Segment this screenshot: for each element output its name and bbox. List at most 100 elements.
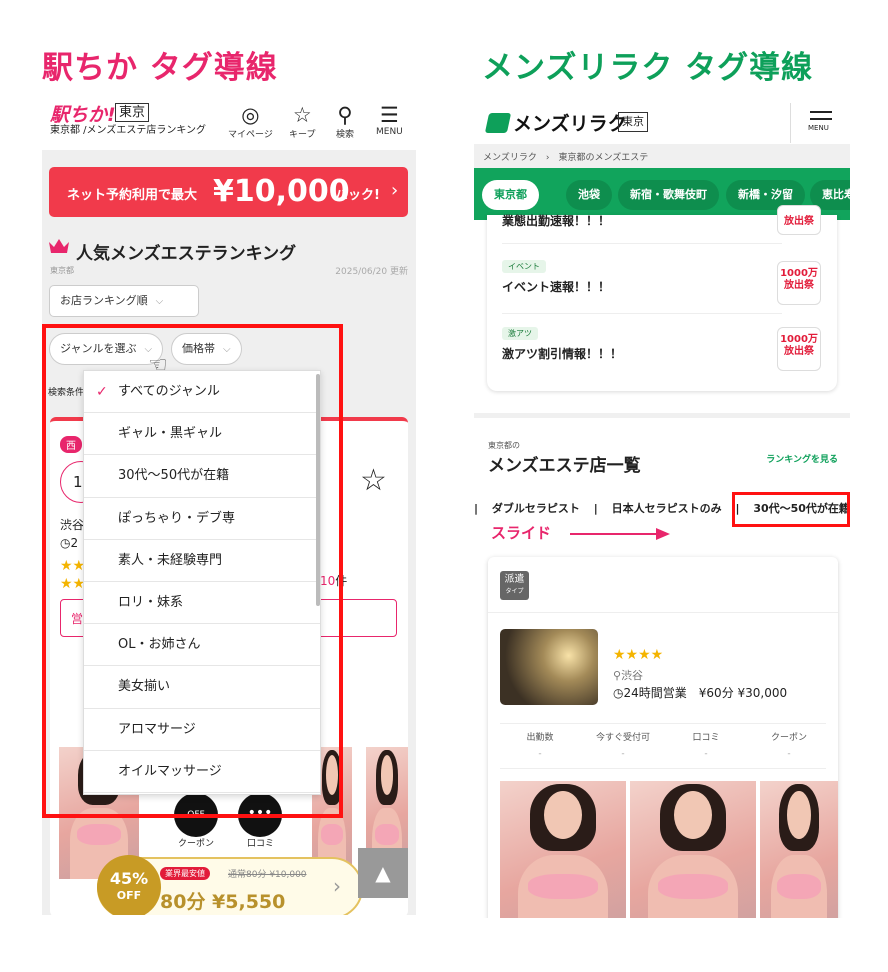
menu-label: MENU — [808, 124, 829, 132]
keep-star-icon[interactable]: ☆ — [360, 463, 387, 498]
sort-label: お店ランキング順 — [60, 294, 148, 307]
tab-ikebukuro[interactable]: 池袋 — [566, 180, 612, 210]
leaf-logo-icon — [484, 113, 512, 133]
ranking-link[interactable]: ランキングを見る — [766, 452, 838, 465]
divider — [502, 313, 782, 314]
divider — [502, 243, 782, 244]
ranking-date: 2025/06/20 更新 — [335, 267, 408, 277]
type-sub: タイプ — [505, 588, 524, 595]
menu-button[interactable]: MENU — [808, 111, 832, 132]
lowest-price-tag: 業界最安値 — [160, 867, 210, 880]
divider — [790, 103, 791, 143]
news-tag: 激アツ — [502, 327, 538, 340]
discount-off: OFF — [116, 889, 142, 902]
highlight-box — [42, 324, 343, 818]
stat-label: 出勤数 — [526, 733, 554, 743]
discount-percent: 45% — [109, 869, 149, 888]
breadcrumb: 東京都 /メンズエステ店ランキング — [50, 125, 207, 136]
chevron-right-icon: › — [333, 874, 341, 898]
pin-icon: ⚲ — [613, 669, 622, 682]
stat-item: 口コミ - — [666, 730, 746, 759]
scroll-top-button[interactable]: ▲ — [358, 848, 408, 898]
discount-badge: 45% OFF — [97, 855, 161, 915]
therapist-photo[interactable] — [630, 781, 756, 918]
list-city: 東京都の — [488, 441, 520, 450]
hours-value: 24時間営業 — [623, 686, 687, 700]
highlight-box — [732, 492, 850, 527]
stat-item: クーポン - — [749, 730, 829, 759]
clock-icon: ◷ — [613, 686, 624, 700]
stat-item: 出勤数 - — [500, 730, 580, 759]
divider — [488, 612, 838, 613]
new-price: 80分 ¥5,550 — [160, 891, 286, 913]
tab-tokyo[interactable]: 東京都 — [482, 180, 539, 210]
logo[interactable]: メンズリラク — [513, 109, 627, 136]
search-label: 検索 — [336, 130, 355, 140]
sort-select[interactable]: お店ランキング順 ⌵ — [49, 285, 199, 317]
banner-pre: ネット予約利用で最大 — [67, 188, 198, 203]
ranking-title: 人気メンズエステランキング — [76, 244, 297, 264]
banner-amount: ¥10,000 — [213, 174, 350, 209]
stats-row: 出勤数 - 今すぐ受付可 - 口コミ - クーポン - — [500, 723, 826, 769]
city-badge[interactable]: 東京 — [115, 103, 150, 122]
stat-label: クーポン — [770, 733, 807, 743]
header: 駅ちか! 東京 東京都 /メンズエステ店ランキング ◎ マイページ ☆ キープ ⚲ 検… — [42, 95, 416, 150]
review-label: 口コミ — [247, 839, 275, 849]
news-thumb[interactable]: 放出祭 — [777, 205, 821, 235]
menu-button[interactable]: ☰ MENU — [376, 103, 403, 137]
left-section-title: 駅ちか タグ導線 — [42, 50, 278, 86]
news-panel: 業態出勤速報！！！ 放出祭 イベント イベント速報！！！ 1000万 放出祭 激… — [487, 205, 837, 391]
therapist-photo[interactable] — [760, 781, 838, 918]
stat-value: - — [621, 749, 625, 759]
keep-button[interactable]: ☆ キープ — [289, 103, 315, 140]
chevron-right-icon: › — [391, 180, 399, 201]
mypage-button[interactable]: ◎ マイページ — [228, 103, 273, 140]
area-value: 渋谷 — [621, 669, 644, 682]
arrow-right-icon — [570, 528, 670, 540]
menu-label: MENU — [376, 127, 403, 137]
stat-value: - — [704, 749, 708, 759]
search-icon: ⚲ — [337, 103, 353, 127]
type-badge: 派遣 タイプ — [500, 571, 529, 600]
breadcrumb-item[interactable]: 東京都のメンズエステ — [558, 153, 648, 163]
banner-post: バック! — [335, 188, 380, 203]
city-badge[interactable]: 東京 — [618, 112, 648, 132]
keep-label: キープ — [289, 130, 316, 140]
shop-hours: ◷24時間営業 ¥60分 ¥30,000 — [613, 684, 787, 701]
news-tag: イベント — [502, 260, 546, 273]
user-icon: ◎ — [241, 103, 260, 127]
news-text[interactable]: 激アツ割引情報！！！ — [502, 345, 622, 362]
tab-shinjuku[interactable]: 新宿・歌舞伎町 — [618, 180, 719, 210]
list-title: メンズエステ店一覧 — [488, 456, 641, 476]
filter-tag[interactable]: ダブルセラピスト — [492, 502, 580, 515]
coupon-label: クーポン — [178, 839, 215, 849]
news-thumb[interactable]: 1000万 放出祭 — [777, 327, 821, 371]
price-value: 60分 ¥30,000 — [706, 686, 788, 700]
shop-image[interactable] — [500, 629, 598, 705]
breadcrumb-item[interactable]: メンズリラク — [483, 153, 537, 163]
stat-label: 今すぐ受付可 — [595, 733, 650, 743]
breadcrumb: メンズリラク › 東京都のメンズエステ — [474, 144, 850, 168]
separator: | — [474, 502, 479, 515]
news-text[interactable]: イベント速報！！！ — [502, 278, 610, 295]
therapist-photo[interactable] — [500, 781, 626, 918]
search-button[interactable]: ⚲ 検索 — [336, 103, 354, 140]
rating-stars: ★★★★ — [613, 647, 664, 663]
logo[interactable]: 駅ちか! — [50, 100, 116, 127]
ranking-city: 東京都 — [50, 266, 74, 275]
separator: | — [593, 502, 598, 515]
type-label: 派遣 — [504, 574, 525, 585]
stat-item: 今すぐ受付可 - — [583, 730, 663, 759]
section-separator — [474, 413, 850, 418]
old-price: 通常80分 ¥10,000 — [228, 870, 307, 880]
shop-card[interactable]: 派遣タイプ ★★★★ ⚲渋谷 ◷24時間営業 ¥60分 ¥30,000 出勤数 -… — [488, 557, 838, 918]
news-thumb[interactable]: 1000万 放出祭 — [777, 261, 821, 305]
stat-value: - — [538, 749, 542, 759]
news-text[interactable]: 業態出勤速報！！！ — [502, 212, 610, 229]
stat-label: 口コミ — [692, 733, 720, 743]
cashback-banner[interactable]: ネット予約利用で最大 ¥10,000 バック! › — [49, 167, 408, 217]
hamburger-icon: ☰ — [379, 103, 399, 127]
filter-tag[interactable]: 日本人セラピストのみ — [612, 502, 722, 515]
stat-value: - — [787, 749, 791, 759]
star-icon: ☆ — [292, 103, 312, 127]
